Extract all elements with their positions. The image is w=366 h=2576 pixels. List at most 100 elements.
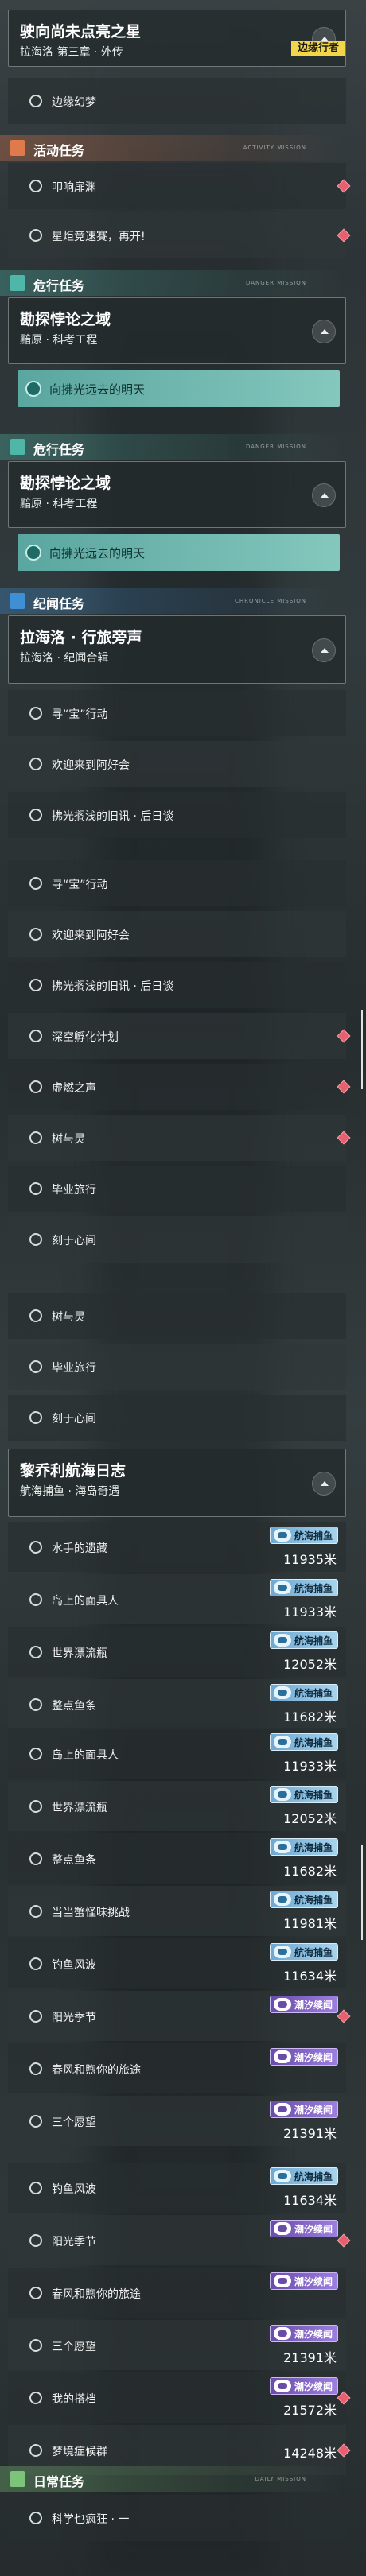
target-icon (25, 381, 41, 397)
danger-card-subtitle: 黯原 · 科考工程 (20, 498, 98, 510)
task-row[interactable]: 拂光搁浅的旧讯 · 后日谈 (8, 792, 346, 838)
tide-story-badge: 潮汐续闻 (269, 2272, 338, 2290)
task-label: 岛上的面具人 (52, 1748, 119, 1762)
voyage-task-row[interactable]: 三个愿望 潮汐续闻 21391米 (8, 2096, 346, 2146)
task-row[interactable]: 科学也疯狂 · 一 (8, 2495, 346, 2541)
voyage-task-row[interactable]: 世界漂流瓶 航海捕鱼 12052米 (8, 1627, 346, 1677)
danger-icon (10, 275, 25, 291)
section-tag: DANGER MISSION (245, 444, 306, 450)
chronicle-icon (10, 593, 25, 609)
task-row[interactable]: 寻“宝”行动 (8, 690, 346, 736)
voyage-task-row[interactable]: 阳光季节 潮汐续闻 (8, 2215, 351, 2265)
scrollbar-thumb[interactable] (361, 1010, 363, 1089)
distance-value: 12052米 (283, 1811, 337, 1826)
status-circle-icon (29, 758, 42, 770)
voyage-task-row[interactable]: 岛上的面具人 航海捕鱼 11933米 (8, 1574, 346, 1624)
task-label: 梦境症候群 (52, 2445, 107, 2458)
voyage-task-row[interactable]: 钓鱼风波 航海捕鱼 11634米 (8, 2163, 346, 2213)
voyage-task-row[interactable]: 水手的遗藏 航海捕鱼 11935米 (8, 1522, 346, 1572)
alert-diamond-icon (337, 1131, 351, 1145)
task-row[interactable]: 边缘幻梦 (8, 78, 346, 124)
badge-label: 航海捕鱼 (294, 2171, 333, 2182)
task-label: 欢迎来到阿好会 (52, 759, 130, 772)
distance-value: 21572米 (283, 2403, 337, 2418)
status-circle-icon (29, 979, 42, 991)
task-row[interactable]: 树与灵 (8, 1293, 346, 1339)
task-row[interactable]: 毕业旅行 (8, 1344, 346, 1390)
wave-icon (273, 2327, 291, 2340)
voyage-task-row[interactable]: 春风和煦你的旅途 潮汐续闻 (8, 2043, 346, 2093)
task-label: 阳光季节 (52, 2011, 96, 2024)
highlighted-task[interactable]: 向拂光远去的明天 (18, 370, 340, 407)
chapter-card[interactable]: 驶向尚未点亮之星 拉海洛 第三章 · 外传 边缘行者 (8, 10, 346, 67)
voyage-task-row[interactable]: 世界漂流瓶 航海捕鱼 12052米 (8, 1781, 346, 1831)
task-row[interactable]: 欢迎来到阿好会 (8, 911, 346, 957)
voyage-task-row[interactable]: 当当蟹怪味挑战 航海捕鱼 11981米 (8, 1886, 346, 1936)
status-circle-icon (29, 2286, 42, 2299)
voyage-card[interactable]: 黎乔利航海日志 航海捕鱼 · 海岛奇遇 (8, 1449, 346, 1517)
status-circle-icon (29, 1747, 42, 1760)
distance-value: 11634米 (283, 2193, 337, 2208)
sea-fishing-badge: 航海捕鱼 (269, 1733, 338, 1751)
task-row[interactable]: 拂光搁浅的旧讯 · 后日谈 (8, 962, 346, 1008)
alert-diamond-icon (337, 228, 351, 242)
sea-fishing-badge: 航海捕鱼 (269, 1579, 338, 1596)
distance-value: 12052米 (283, 1657, 337, 1672)
task-label: 拂光搁浅的旧讯 · 后日谈 (52, 810, 174, 823)
task-row[interactable]: 寻“宝”行动 (8, 860, 346, 906)
task-row[interactable]: 毕业旅行 (8, 1166, 346, 1212)
voyage-task-row[interactable]: 钓鱼风波 航海捕鱼 11634米 (8, 1938, 346, 1988)
collapse-button[interactable] (312, 483, 336, 507)
voyage-task-row[interactable]: 整点鱼条 航海捕鱼 11682米 (8, 1833, 346, 1884)
voyage-task-row[interactable]: 我的搭档 潮汐续闻 21572米 (8, 2372, 351, 2423)
tide-story-badge: 潮汐续闻 (269, 2377, 338, 2395)
fish-icon (273, 1893, 291, 1906)
task-label: 科学也疯狂 · 一 (52, 2513, 130, 2526)
danger-card[interactable]: 勘探悖论之域黯原 · 科考工程 (8, 461, 346, 528)
chronicle-card[interactable]: 拉海洛 · 行旅旁声 拉海洛 · 纪闻合辑 (8, 615, 346, 684)
badge-label: 航海捕鱼 (294, 1790, 333, 1801)
voyage-task-row[interactable]: 岛上的面具人 航海捕鱼 11933米 (8, 1728, 346, 1779)
sea-fishing-badge: 航海捕鱼 (269, 1631, 338, 1649)
sea-fishing-badge: 航海捕鱼 (269, 2167, 338, 2185)
danger-card[interactable]: 勘探悖论之域 黯原 · 科考工程 (8, 297, 346, 364)
distance-value: 11935米 (283, 1552, 337, 1567)
task-row[interactable]: 树与灵 (8, 1115, 351, 1161)
section-title: 纪闻任务 (33, 596, 85, 611)
voyage-card-subtitle: 航海捕鱼 · 海岛奇遇 (20, 1485, 120, 1498)
task-label: 世界漂流瓶 (52, 1801, 107, 1814)
status-circle-icon (29, 1697, 42, 1711)
fish-icon (273, 1634, 291, 1647)
status-circle-icon (29, 1957, 42, 1970)
collapse-button[interactable] (312, 320, 336, 343)
voyage-task-row[interactable]: 春风和煦你的旅途 潮汐续闻 (8, 2268, 346, 2318)
collapse-button[interactable] (312, 638, 336, 662)
voyage-task-row[interactable]: 三个愿望 潮汐续闻 21391米 (8, 2320, 346, 2370)
scrollbar-thumb[interactable] (361, 1845, 363, 1940)
section-header-sec_danger2: 危行任务 DANGER MISSION (0, 434, 342, 460)
task-row[interactable]: 叩响扉渊 (8, 163, 351, 209)
task-row[interactable]: 刻于心间 (8, 1395, 346, 1441)
task-row[interactable]: 虚燃之声 (8, 1064, 351, 1110)
activity-icon (10, 140, 25, 156)
task-row[interactable]: 欢迎来到阿好会 (8, 741, 346, 787)
wave-icon (273, 1998, 291, 2011)
chronicle-card-subtitle: 拉海洛 · 纪闻合辑 (20, 652, 109, 665)
collapse-button[interactable] (312, 1472, 336, 1496)
sea-fishing-badge: 航海捕鱼 (269, 1838, 338, 1856)
badge-label: 航海捕鱼 (294, 1895, 333, 1906)
status-circle-icon (29, 1593, 42, 1606)
danger-card-title: 勘探悖论之域 (20, 475, 111, 492)
badge-label: 航海捕鱼 (294, 1688, 333, 1699)
alert-diamond-icon (337, 1029, 351, 1043)
fish-icon (273, 2170, 291, 2182)
task-row[interactable]: 刻于心间 (8, 1216, 346, 1263)
task-row[interactable]: 深空孵化计划 (8, 1013, 351, 1059)
highlighted-task[interactable]: 向拂光远去的明天 (18, 534, 340, 571)
badge-label: 潮汐续闻 (294, 2276, 333, 2287)
badge-label: 潮汐续闻 (294, 2329, 333, 2340)
task-row[interactable]: 星炬竞速賽，再开! (8, 212, 351, 258)
task-label: 树与灵 (52, 1133, 85, 1146)
voyage-task-row[interactable]: 阳光季节 潮汐续闻 (8, 1991, 351, 2041)
voyage-task-row[interactable]: 整点鱼条 航海捕鱼 11682米 (8, 1679, 346, 1729)
